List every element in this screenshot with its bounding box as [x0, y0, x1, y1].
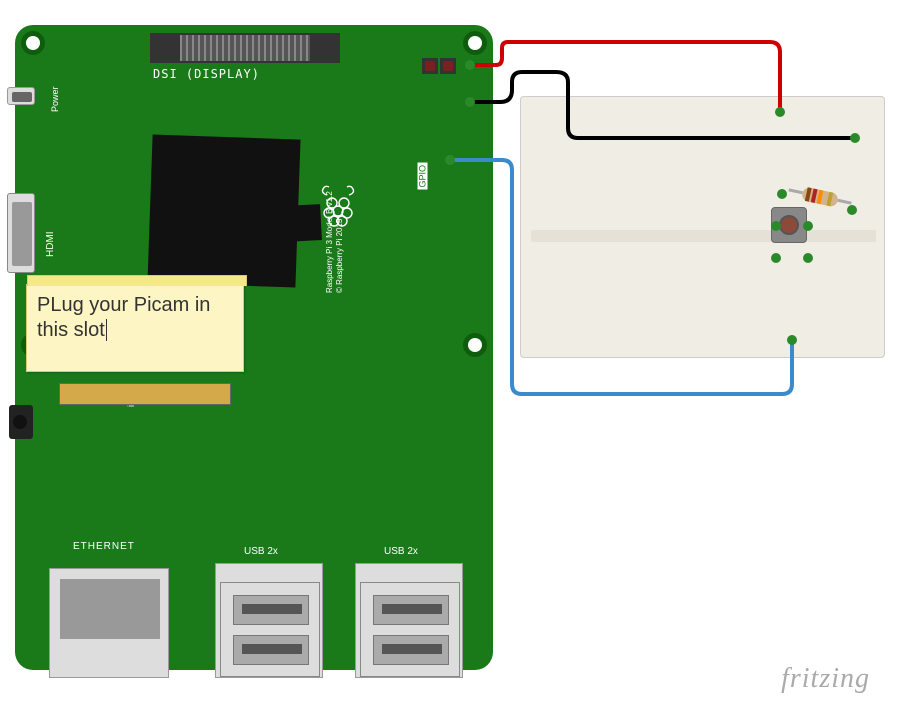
hdmi-label: HDMI [45, 231, 56, 257]
dsi-display-connector [150, 33, 340, 63]
usb-label: USB 2x [244, 546, 278, 557]
annotation-note: PLug your Picam in this slot [26, 284, 244, 372]
tactile-pushbutton [764, 200, 814, 250]
model-label: Raspberry Pi 3 Model B v1.2© Raspberry P… [325, 191, 346, 293]
usb-port-block: USB 2x [215, 563, 323, 678]
dsi-label: DSI (DISPLAY) [153, 67, 260, 81]
micro-usb-power-port [7, 87, 35, 105]
usb-port-block: USB 2x [355, 563, 463, 678]
mount-hole [21, 31, 45, 55]
power-label: Power [50, 86, 60, 112]
wiring-diagram: DSI (DISPLAY) Power HDMI io Raspberry Pi… [0, 0, 900, 705]
gpio-header [421, 57, 457, 433]
mount-hole [463, 333, 487, 357]
note-text: PLug your Picam in this slot [37, 294, 210, 341]
usb-label: USB 2x [384, 546, 418, 557]
breadboard [520, 96, 885, 358]
ram-chip [284, 204, 322, 242]
hdmi-port [7, 193, 35, 273]
ethernet-label: ETHERNET [73, 541, 135, 552]
mount-hole [463, 31, 487, 55]
gpio-label: GPIO [418, 163, 428, 190]
csi-camera-slot [59, 383, 231, 405]
ethernet-port [49, 568, 169, 678]
audio-jack [9, 405, 33, 439]
fritzing-attribution: fritzing [781, 663, 870, 695]
soc-chip [147, 134, 300, 287]
